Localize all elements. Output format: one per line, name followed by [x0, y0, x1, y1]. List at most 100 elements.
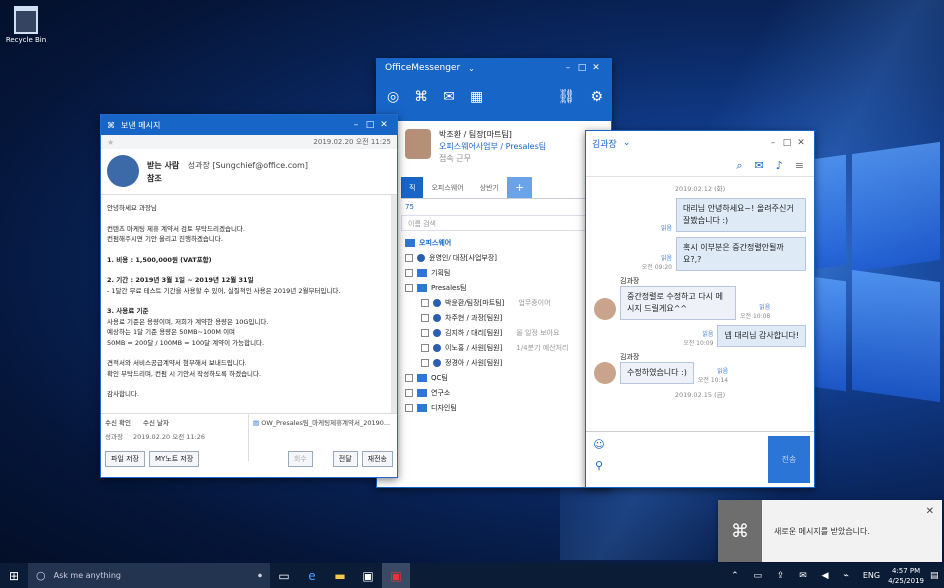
- read-receipt: 읽음: [759, 304, 771, 311]
- clock-time: 4:57 PM: [891, 566, 921, 575]
- language-indicator[interactable]: ENG: [863, 571, 880, 580]
- star-icon[interactable]: ★: [107, 138, 114, 147]
- tab-officeware[interactable]: 오피스웨어: [423, 177, 471, 198]
- add-tab-button[interactable]: +: [506, 177, 533, 198]
- task-view-icon[interactable]: ▭: [270, 563, 298, 588]
- close-button[interactable]: ✕: [377, 120, 391, 130]
- checkbox[interactable]: [421, 328, 429, 337]
- minimize-button[interactable]: –: [766, 138, 780, 148]
- body-line: 견적서와 서비스공급계약서 첨부해서 보내드립니다.: [107, 359, 247, 367]
- checkbox[interactable]: [421, 358, 429, 367]
- close-button[interactable]: ✕: [589, 63, 603, 73]
- tree-item[interactable]: 김지하 / 대리[팀원] 올 일정 보아요: [405, 325, 611, 340]
- checkbox[interactable]: [405, 268, 413, 277]
- tree-item[interactable]: 차주현 / 과장[팀원]: [405, 310, 611, 325]
- profile-status[interactable]: 접속 근무: [439, 153, 546, 165]
- bell-icon[interactable]: ♪: [776, 159, 783, 172]
- checkbox[interactable]: [405, 403, 413, 412]
- chat-message: 읽음 오전 10:09 넵 대리님 감사합니다!: [594, 325, 806, 347]
- chat-icon[interactable]: ◎: [387, 89, 399, 105]
- minimize-button[interactable]: –: [561, 63, 575, 73]
- checkbox[interactable]: [405, 283, 413, 292]
- maximize-button[interactable]: □: [575, 63, 589, 73]
- tree-item[interactable]: 연구소: [405, 385, 611, 400]
- mail-icon[interactable]: ✉: [755, 159, 764, 172]
- calendar-icon[interactable]: ▦: [470, 89, 483, 105]
- cortana-icon: ○: [36, 569, 46, 582]
- edge-icon[interactable]: e: [298, 563, 326, 588]
- folder-icon: [405, 238, 415, 247]
- chevron-down-icon[interactable]: ⌄: [623, 138, 631, 148]
- tree-item[interactable]: 디자인팀: [405, 400, 611, 415]
- tree-item[interactable]: 정경아 / 사원[팀원]: [405, 355, 611, 370]
- messenger-taskbar-icon[interactable]: ▣: [382, 563, 410, 588]
- tree-item[interactable]: 박윤환/팀장[마트팀] 업무중이어: [405, 295, 611, 310]
- close-button[interactable]: ✕: [794, 138, 808, 148]
- link-icon[interactable]: ⛓: [558, 89, 576, 105]
- profile-avatar[interactable]: [405, 129, 431, 159]
- notification-toast[interactable]: ⌘ 새로운 메시지를 받았습니다. ✕: [718, 500, 942, 562]
- status-note: 1/4분기 예산처리: [516, 343, 569, 352]
- maximize-button[interactable]: □: [780, 138, 794, 148]
- tree-item-label: Presales팀: [431, 283, 467, 292]
- checkbox[interactable]: [405, 388, 413, 397]
- checkbox[interactable]: [421, 343, 429, 352]
- tree-item[interactable]: 오피스웨어: [405, 235, 611, 250]
- tree-item[interactable]: QC팀: [405, 370, 611, 385]
- start-button[interactable]: ⊞: [0, 563, 28, 588]
- message-time: 오전 09:20: [641, 264, 672, 271]
- tab-org[interactable]: 직: [401, 177, 424, 198]
- body-line: 사용료 기준은 용량이며, 저희가 계약한 용량은 10G입니다.: [107, 317, 269, 326]
- close-icon[interactable]: ✕: [926, 506, 934, 517]
- search-icon[interactable]: ⌕: [736, 159, 742, 172]
- search-input[interactable]: 이름 검색: [401, 215, 605, 231]
- tree-item[interactable]: 윤영인/ 대장[사업부장]: [405, 250, 611, 265]
- attach-icon[interactable]: ⚲: [595, 459, 603, 472]
- recall-button[interactable]: 회수: [287, 451, 313, 467]
- forward-button[interactable]: 전달: [332, 451, 358, 467]
- attachment-name[interactable]: OW_Presales팀_마케팅제휴계약서_20190...: [261, 419, 390, 427]
- save-file-button[interactable]: 파일 저장: [105, 451, 145, 467]
- mail-icon[interactable]: ✉: [443, 89, 455, 105]
- send-button[interactable]: 전송: [768, 436, 810, 483]
- file-explorer-icon[interactable]: ▬: [326, 563, 354, 588]
- save-note-button[interactable]: MY노트 저장: [149, 451, 200, 467]
- emoji-icon[interactable]: ☺: [593, 438, 604, 451]
- tree-item[interactable]: 기획팀: [405, 265, 611, 280]
- gear-icon[interactable]: ⚙: [590, 89, 603, 105]
- messenger-window: OfficeMessenger ⌄ – □ ✕ ◎ ⌘ ✉ ▦ ⛓ ⚙ 박조환 …: [376, 58, 612, 488]
- body-line: 컨펌해주시면 기안 올리고 진행하겠습니다.: [107, 235, 223, 243]
- resend-button[interactable]: 재전송: [361, 451, 393, 467]
- tree-item[interactable]: Presales팀: [405, 280, 611, 295]
- cortana-search[interactable]: ○ Ask me anything ⏺: [28, 563, 270, 588]
- body-line: 50MB = 200달 / 100MB = 100달 계약이 가능합니다.: [107, 338, 265, 347]
- body-line: 예상하는 1달 기준 용량은 50MB~100M 이며: [107, 328, 236, 336]
- minimize-button[interactable]: –: [349, 120, 363, 130]
- sender-name: 김과장: [620, 277, 640, 285]
- profile-dept[interactable]: 오피스웨어사업부 / Presales팀: [439, 141, 546, 153]
- checkbox[interactable]: [421, 298, 429, 307]
- taskbar: ⊞ ○ Ask me anything ⏺ ▭ e ▬ ▣ ▣ ⌃ ▭ ⇪ ✉ …: [0, 563, 944, 588]
- tree-item-label: 차주현 / 과장[팀원]: [445, 313, 503, 322]
- read-receipt: 읽음: [702, 331, 714, 338]
- tree-item-label: 기획팀: [431, 268, 451, 277]
- menu-icon[interactable]: ≡: [795, 159, 804, 172]
- store-icon[interactable]: ▣: [354, 563, 382, 588]
- sender-name: 김과장: [620, 353, 640, 361]
- checkbox[interactable]: [405, 253, 413, 262]
- chevron-down-icon[interactable]: ⌄: [468, 64, 475, 73]
- recycle-bin[interactable]: Recycle Bin: [4, 6, 48, 44]
- tab-group[interactable]: 상반기: [472, 177, 507, 198]
- message-input[interactable]: [612, 432, 764, 487]
- tray-icons[interactable]: ⌃ ▭ ⇪ ✉ ◀ ⌁: [731, 571, 855, 581]
- checkbox[interactable]: [405, 373, 413, 382]
- mic-icon[interactable]: ⏺: [258, 571, 262, 581]
- clock[interactable]: 4:57 PM 4/25/2019: [888, 566, 924, 586]
- member-count: 75: [405, 203, 414, 211]
- checkbox[interactable]: [421, 313, 429, 322]
- maximize-button[interactable]: □: [363, 120, 377, 130]
- tree-item[interactable]: 이노홍 / 사원[팀원] 1/4분기 예산처리: [405, 340, 611, 355]
- action-center-icon[interactable]: ▤: [930, 571, 944, 581]
- bookmark-icon[interactable]: ⌘: [414, 89, 428, 105]
- body-line: [107, 214, 385, 224]
